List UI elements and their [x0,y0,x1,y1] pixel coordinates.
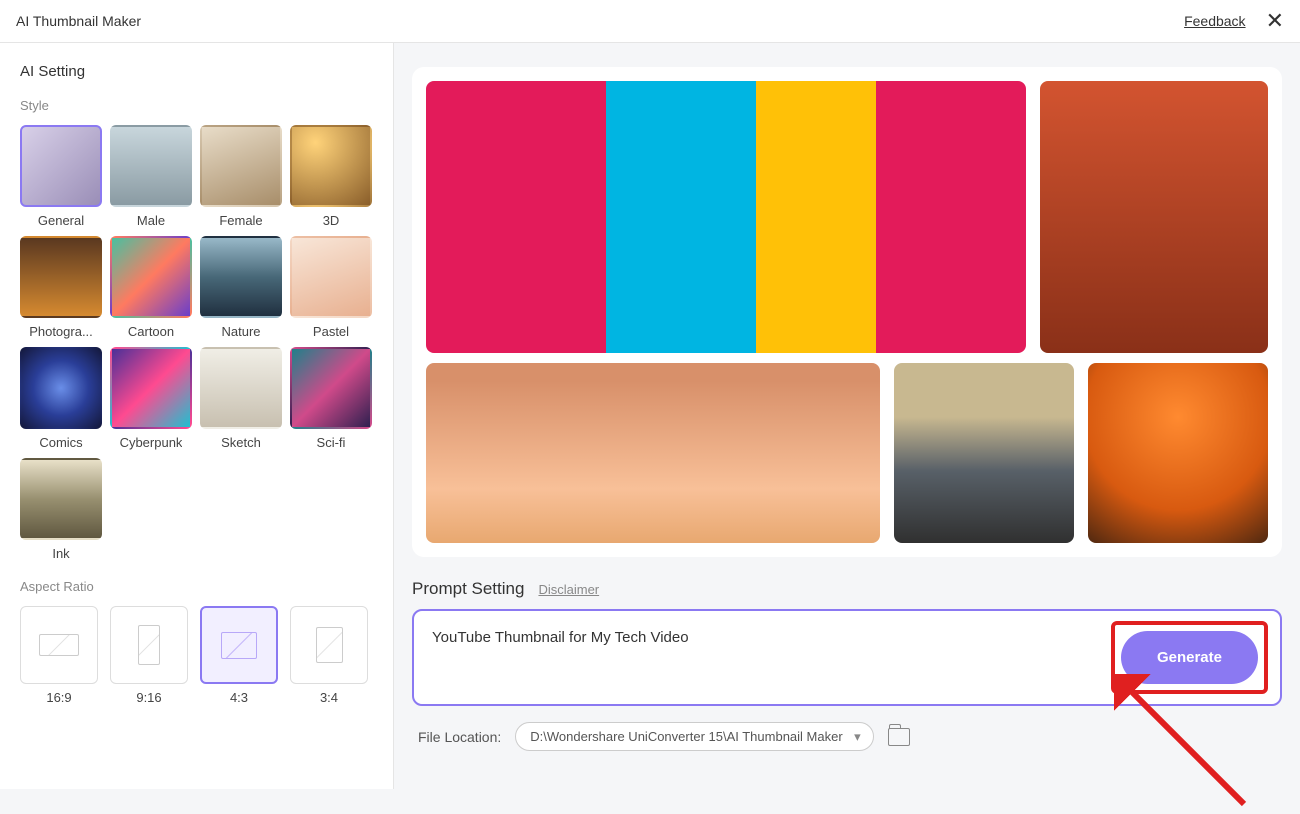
style-label: 3D [323,213,340,228]
generate-button[interactable]: Generate [1121,631,1258,684]
style-option-cyberpunk[interactable]: Cyberpunk [110,347,192,450]
style-thumb [110,125,192,207]
style-option-sci-fi[interactable]: Sci-fi [290,347,372,450]
ratio-label: 9:16 [136,690,161,705]
style-label: Female [219,213,262,228]
style-label: Sketch [221,435,261,450]
style-thumb [20,125,102,207]
style-label: Cartoon [128,324,174,339]
file-location-row: File Location: D:\Wondershare UniConvert… [412,722,1282,759]
disclaimer-link[interactable]: Disclaimer [538,582,599,597]
app-title: AI Thumbnail Maker [16,13,141,29]
preview-thumbnail-4[interactable] [894,363,1074,543]
ratio-box [200,606,278,684]
generate-highlight: Generate [1111,621,1268,694]
preview-gallery [412,67,1282,557]
style-option-nature[interactable]: Nature [200,236,282,339]
titlebar: AI Thumbnail Maker Feedback ✕ [0,0,1300,43]
folder-icon[interactable] [888,728,910,746]
style-thumb [110,347,192,429]
style-label: Nature [221,324,260,339]
ratio-option-16-9[interactable]: 16:9 [20,606,98,705]
aspect-ratio-grid: 16:9 9:16 4:3 3:4 [20,606,373,705]
style-label: Photogra... [29,324,93,339]
style-label: Male [137,213,165,228]
style-label: Sci-fi [317,435,346,450]
style-thumb [200,236,282,318]
style-thumb [290,125,372,207]
style-thumb [110,236,192,318]
preview-thumbnail-3[interactable] [426,363,880,543]
ratio-shape-icon [221,632,257,659]
style-thumb [200,347,282,429]
main-panel: Prompt Setting Disclaimer Generate File … [394,43,1300,789]
style-option-male[interactable]: Male [110,125,192,228]
feedback-link[interactable]: Feedback [1184,13,1245,29]
style-option-sketch[interactable]: Sketch [200,347,282,450]
style-thumb [290,236,372,318]
ratio-shape-icon [316,627,343,663]
style-thumb [20,236,102,318]
file-location-select[interactable]: D:\Wondershare UniConverter 15\AI Thumbn… [515,722,873,751]
preview-thumbnail-2[interactable] [1040,81,1268,353]
style-option-photogra-[interactable]: Photogra... [20,236,102,339]
ratio-box [20,606,98,684]
style-option-pastel[interactable]: Pastel [290,236,372,339]
ai-setting-title: AI Setting [20,63,373,80]
ratio-box [110,606,188,684]
style-option-female[interactable]: Female [200,125,282,228]
ratio-option-4-3[interactable]: 4:3 [200,606,278,705]
ratio-label: 4:3 [230,690,248,705]
style-thumb [200,125,282,207]
ratio-shape-icon [39,634,79,656]
style-option-3d[interactable]: 3D [290,125,372,228]
file-location-label: File Location: [418,729,501,745]
prompt-setting-title: Prompt Setting [412,579,524,599]
prompt-input[interactable] [426,621,1099,681]
style-option-cartoon[interactable]: Cartoon [110,236,192,339]
style-thumb [20,347,102,429]
ratio-label: 3:4 [320,690,338,705]
style-option-general[interactable]: General [20,125,102,228]
prompt-section: Prompt Setting Disclaimer Generate [412,579,1282,706]
preview-thumbnail-5[interactable] [1088,363,1268,543]
prompt-box: Generate [412,609,1282,706]
style-option-comics[interactable]: Comics [20,347,102,450]
ratio-box [290,606,368,684]
style-thumb [290,347,372,429]
style-grid: General Male Female 3D Photogra... Cartoon Nat… [20,125,373,561]
ratio-option-9-16[interactable]: 9:16 [110,606,188,705]
style-label: Cyberpunk [120,435,183,450]
close-icon[interactable]: ✕ [1266,8,1284,34]
style-label: Ink [52,546,69,561]
style-subtitle: Style [20,98,373,113]
aspect-ratio-subtitle: Aspect Ratio [20,579,373,594]
style-label: Pastel [313,324,349,339]
ratio-label: 16:9 [46,690,71,705]
style-label: General [38,213,84,228]
style-option-ink[interactable]: Ink [20,458,102,561]
sidebar: AI Setting Style General Male Female 3D Phot… [0,43,394,789]
ratio-option-3-4[interactable]: 3:4 [290,606,368,705]
style-label: Comics [39,435,82,450]
preview-thumbnail-1[interactable] [426,81,1026,353]
ratio-shape-icon [138,625,160,665]
style-thumb [20,458,102,540]
